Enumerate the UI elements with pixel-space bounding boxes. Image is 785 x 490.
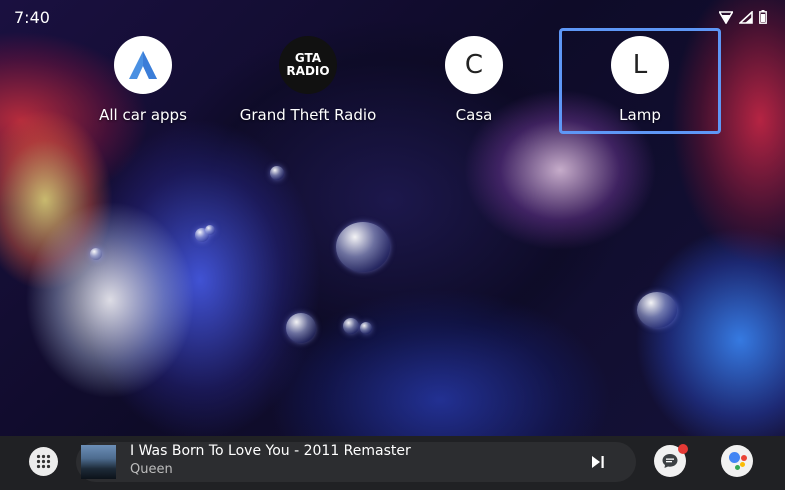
bubble <box>270 166 284 180</box>
signal-icon <box>737 9 753 28</box>
bubble <box>336 222 390 272</box>
status-time: 7:40 <box>14 8 50 27</box>
app-launcher-button[interactable] <box>29 447 58 476</box>
radio-logo-text: RADIO <box>286 64 330 78</box>
app-label: Casa <box>455 106 493 124</box>
google-assistant-button[interactable] <box>721 445 753 477</box>
letter-icon: L <box>611 36 669 94</box>
app-label: All car apps <box>99 106 187 124</box>
app-casa[interactable]: C Casa <box>394 28 554 134</box>
song-title: I Was Born To Love You - 2011 Remaster <box>130 443 411 459</box>
battery-icon <box>759 9 767 28</box>
app-label: Grand Theft Radio <box>239 106 377 124</box>
bottom-bar: I Was Born To Love You - 2011 Remaster Q… <box>0 436 785 490</box>
skip-next-button[interactable] <box>588 452 608 472</box>
bubble <box>205 225 215 235</box>
skip-next-icon <box>592 456 604 468</box>
bubble <box>360 322 372 334</box>
app-lamp[interactable]: L Lamp <box>559 28 721 134</box>
app-grid: All car apps GTA RADIO Grand Theft Radio… <box>0 28 785 138</box>
song-artist: Queen <box>130 462 173 477</box>
media-player[interactable]: I Was Born To Love You - 2011 Remaster Q… <box>76 442 636 482</box>
android-auto-icon <box>114 36 172 94</box>
bubble <box>343 318 359 334</box>
message-icon <box>662 454 678 468</box>
app-all-car-apps[interactable]: All car apps <box>63 28 223 134</box>
bubble <box>90 248 102 260</box>
app-label: Lamp <box>619 106 661 124</box>
bubble <box>286 313 316 343</box>
notification-dot <box>678 444 688 454</box>
app-grand-theft-radio[interactable]: GTA RADIO Grand Theft Radio <box>228 28 388 134</box>
wifi-icon <box>718 9 734 28</box>
album-art <box>81 445 116 479</box>
gta-radio-logo: GTA RADIO <box>279 36 337 94</box>
bubble <box>637 292 677 328</box>
status-icons <box>718 9 767 28</box>
grid-icon <box>36 454 51 469</box>
messages-button[interactable] <box>654 444 688 477</box>
letter-icon: C <box>445 36 503 94</box>
